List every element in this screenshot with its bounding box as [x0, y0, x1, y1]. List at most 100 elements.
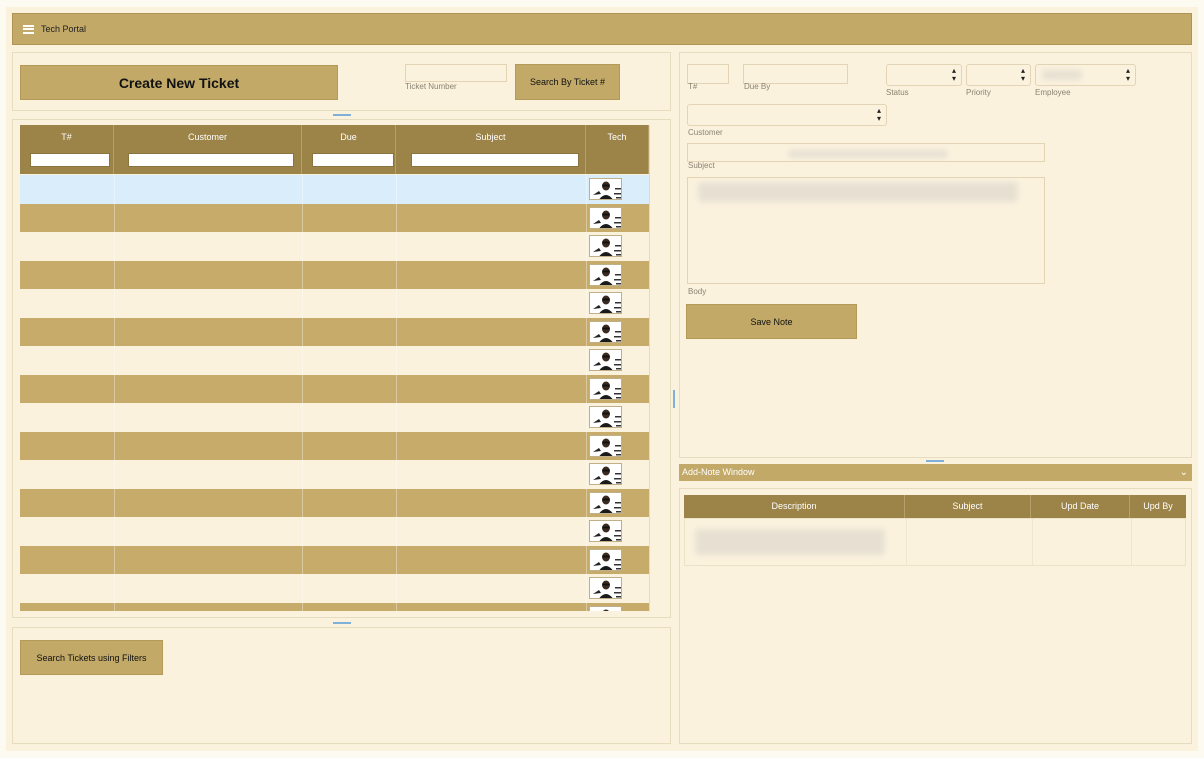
column-divider — [396, 289, 397, 318]
redacted-value — [698, 182, 1018, 202]
tech-avatar[interactable] — [589, 434, 622, 457]
column-header-subject[interactable]: Subject — [905, 495, 1031, 518]
column-divider — [396, 346, 397, 375]
splitter-handle[interactable] — [333, 114, 351, 116]
table-row[interactable] — [20, 602, 649, 611]
column-divider — [302, 545, 303, 574]
column-divider — [114, 403, 115, 432]
tech-avatar[interactable] — [589, 178, 622, 200]
save-note-button[interactable]: Save Note — [686, 304, 857, 339]
create-ticket-button[interactable]: Create New Ticket — [20, 65, 338, 100]
column-divider — [586, 232, 587, 261]
table-row[interactable] — [20, 431, 649, 460]
notes-grid-header: Description Subject Upd Date Upd By — [684, 495, 1186, 518]
hamburger-menu-icon[interactable] — [23, 24, 34, 34]
tech-avatar[interactable] — [589, 605, 622, 611]
column-divider — [586, 545, 587, 574]
column-divider — [114, 574, 115, 603]
table-row[interactable] — [20, 260, 649, 289]
search-by-ticket-button[interactable]: Search By Ticket # — [515, 64, 620, 100]
column-divider — [302, 460, 303, 489]
column-divider — [586, 460, 587, 489]
column-divider — [302, 289, 303, 318]
due-by-field[interactable] — [743, 64, 848, 84]
table-row[interactable] — [20, 289, 649, 318]
tech-avatar[interactable] — [589, 320, 622, 343]
vertical-splitter-handle[interactable] — [673, 390, 675, 408]
tech-avatar[interactable] — [589, 463, 622, 485]
customer-label: Customer — [688, 128, 723, 137]
column-divider — [586, 317, 587, 346]
table-row[interactable] — [20, 460, 649, 489]
table-row[interactable] — [20, 175, 649, 204]
column-divider — [302, 346, 303, 375]
column-header-description[interactable]: Description — [684, 495, 905, 518]
notes-row[interactable] — [684, 518, 1186, 566]
table-row[interactable] — [20, 232, 649, 261]
table-row[interactable] — [20, 574, 649, 603]
column-divider — [586, 346, 587, 375]
column-divider — [586, 203, 587, 232]
table-row[interactable] — [20, 203, 649, 232]
column-divider — [114, 232, 115, 261]
table-row[interactable] — [20, 374, 649, 403]
tech-avatar[interactable] — [589, 520, 622, 542]
tech-avatar[interactable] — [589, 577, 622, 599]
tech-avatar[interactable] — [589, 263, 622, 286]
add-note-window-title: Add-Note Window — [682, 467, 755, 477]
ticket-number-input[interactable] — [405, 64, 507, 82]
table-row[interactable] — [20, 517, 649, 546]
select-caret-icon: ▴ ▾ — [876, 106, 881, 123]
priority-select[interactable]: ▴ ▾ — [966, 64, 1031, 86]
body-label: Body — [688, 287, 707, 296]
filter-ticket-input[interactable] — [30, 153, 110, 167]
column-header-upd-date[interactable]: Upd Date — [1031, 495, 1130, 518]
column-divider — [302, 517, 303, 546]
employee-label: Employee — [1035, 88, 1071, 97]
add-note-window-bar[interactable]: Add-Note Window ⌄ — [679, 464, 1192, 481]
splitter-handle[interactable] — [333, 622, 351, 624]
column-divider — [114, 545, 115, 574]
grid-scrollbar[interactable] — [649, 125, 665, 611]
tech-avatar[interactable] — [589, 292, 622, 314]
tech-avatar[interactable] — [589, 349, 622, 371]
column-divider — [114, 203, 115, 232]
column-divider — [302, 574, 303, 603]
tech-avatar[interactable] — [589, 548, 622, 571]
filter-subject-input[interactable] — [411, 153, 579, 167]
status-select[interactable]: ▴ ▾ — [886, 64, 962, 86]
column-divider — [586, 602, 587, 611]
employee-select[interactable]: ▴ ▾ — [1035, 64, 1136, 86]
app-title: Tech Portal — [41, 24, 87, 34]
column-divider — [586, 517, 587, 546]
chevron-down-icon[interactable]: ⌄ — [1180, 464, 1188, 481]
splitter-handle[interactable] — [926, 460, 944, 462]
table-row[interactable] — [20, 317, 649, 346]
table-row[interactable] — [20, 488, 649, 517]
column-divider — [396, 488, 397, 517]
table-row[interactable] — [20, 545, 649, 574]
tech-avatar[interactable] — [589, 406, 622, 428]
search-filters-button[interactable]: Search Tickets using Filters — [20, 640, 163, 675]
filter-customer-input[interactable] — [128, 153, 294, 167]
tech-avatar[interactable] — [589, 377, 622, 400]
filter-due-input[interactable] — [312, 153, 394, 167]
column-divider — [114, 460, 115, 489]
column-divider — [586, 431, 587, 460]
column-header-upd-by[interactable]: Upd By — [1130, 495, 1186, 518]
tech-avatar[interactable] — [589, 235, 622, 257]
tech-avatar[interactable] — [589, 206, 622, 229]
tech-avatar[interactable] — [589, 491, 622, 514]
table-row[interactable] — [20, 403, 649, 432]
body-textarea[interactable] — [687, 177, 1045, 284]
column-header-tech[interactable]: Tech — [586, 125, 649, 174]
customer-select[interactable]: ▴ ▾ — [687, 104, 887, 126]
column-divider — [302, 317, 303, 346]
ticket-id-field[interactable] — [687, 64, 729, 84]
column-divider — [302, 232, 303, 261]
column-divider — [396, 175, 397, 204]
table-row[interactable] — [20, 346, 649, 375]
subject-input[interactable] — [687, 143, 1045, 162]
redacted-value — [1042, 70, 1082, 80]
column-divider — [114, 374, 115, 403]
